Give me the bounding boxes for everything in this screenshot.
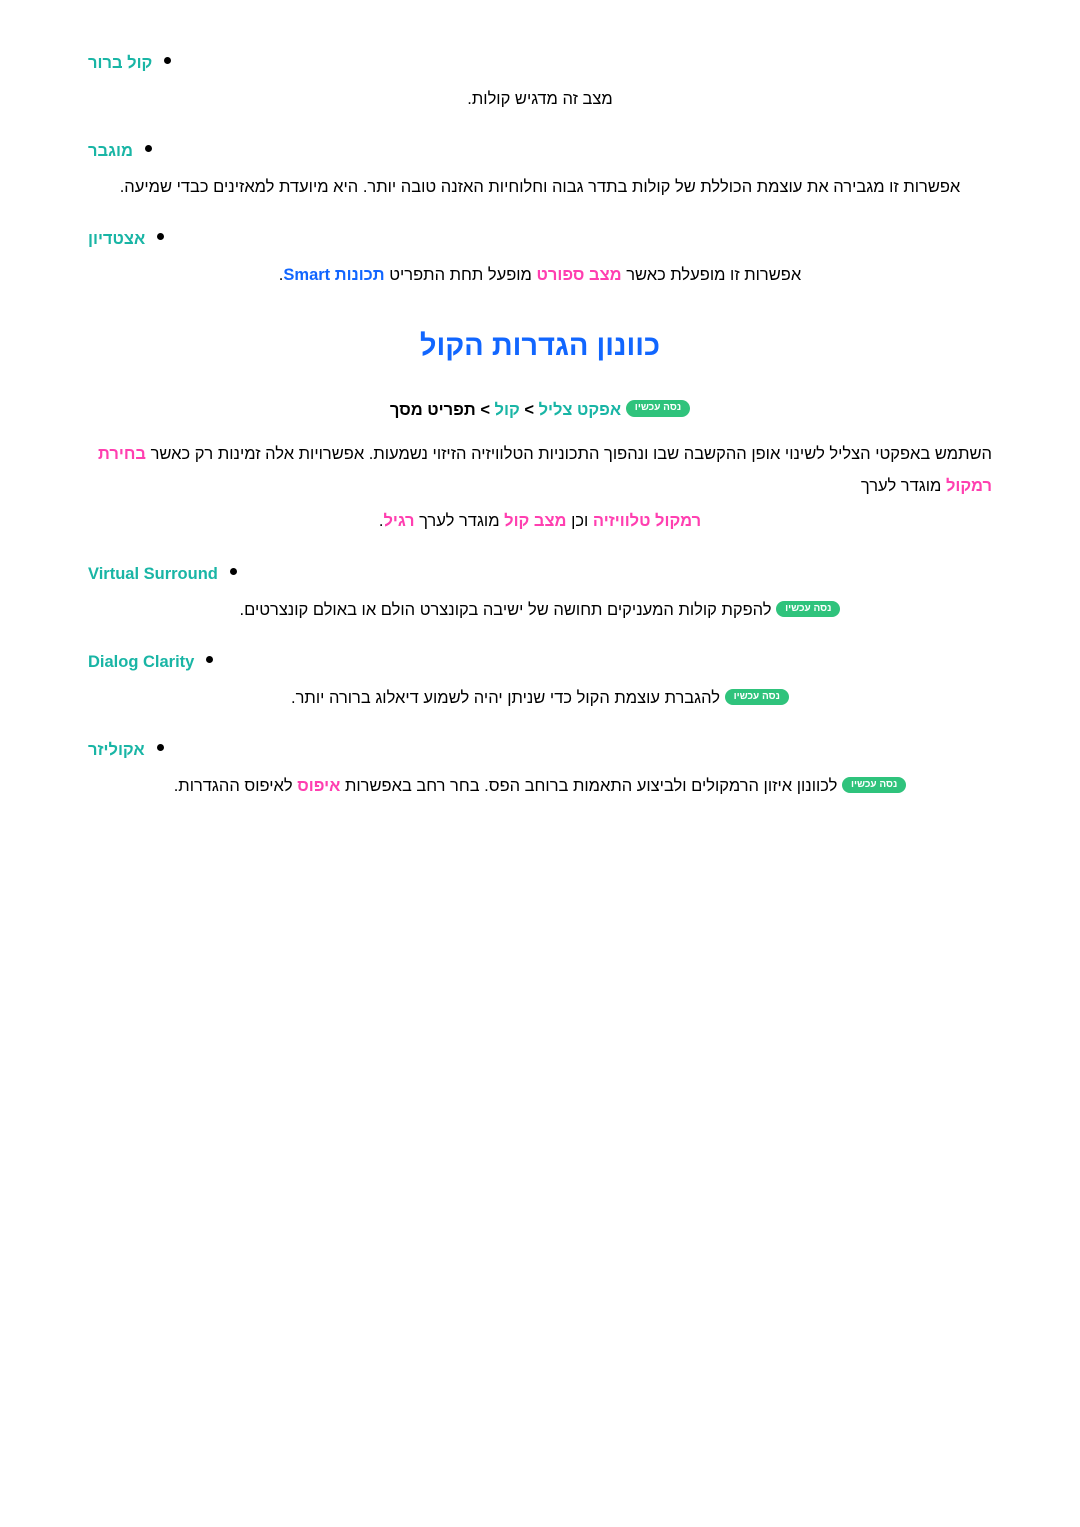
bullet-item-virtual-surround: Virtual Surround <box>88 563 992 586</box>
description-equalizer: נסה עכשיו לכוונון איזון הרמקולים ולביצוע… <box>88 772 992 801</box>
text-segment: לכוונון איזון הרמקולים ולביצוע התאמות בר… <box>340 777 838 796</box>
bullet-dot-icon <box>156 744 164 752</box>
highlight-standard: רגיל <box>383 511 415 530</box>
bullet-item-adjustment: אצטדיון <box>88 228 992 251</box>
bullet-item-dialog-clarity: Dialog Clarity <box>88 651 992 674</box>
bullet-dot-icon <box>164 57 172 64</box>
highlight-sport-mode: מצב ספורט <box>536 266 622 285</box>
text-segment: מוגדר לערך <box>414 511 505 530</box>
bullet-dot-icon <box>144 144 152 152</box>
text-segment: וכן <box>566 511 593 530</box>
highlight-tv-speaker: רמקול טלוויזיה <box>592 511 702 530</box>
bullet-dot-icon <box>157 232 165 240</box>
page-title: כוונון הגדרות הקול <box>419 329 661 362</box>
highlight-sound-mode: מצב קול <box>504 511 567 530</box>
document-page: קול ברור מצב זה מדגיש קולות. מוגבר אפשרו… <box>0 0 1080 1527</box>
bullet-label-equalizer: אקוליזר <box>88 741 145 760</box>
text-segment: השתמש באפקטי הצליל לשינוי אופן ההקשבה שב… <box>145 445 992 464</box>
description-adjustment: אפשרות זו מופעלת כאשר מצב ספורט מופעל תח… <box>88 261 992 290</box>
bullet-dot-icon <box>229 568 237 576</box>
menu-path-item-sound-effect: אפקט צליל <box>538 400 622 419</box>
text-segment: לאיפוס ההגדרות. <box>173 777 298 796</box>
menu-path-separator: > <box>475 400 495 419</box>
bullet-item-clear-sound: קול ברור <box>88 52 992 75</box>
try-now-badge[interactable]: נסה עכשיו <box>776 600 841 618</box>
section-intro-line2: רמקול טלוויזיה וכן מצב קול מוגדר לערך רג… <box>88 506 992 537</box>
bullet-label-amplify: מוגבר <box>88 141 133 160</box>
text-segment: להגברת עוצמת הקול כדי שניתן יהיה לשמוע ד… <box>291 689 721 708</box>
try-now-badge[interactable]: נסה עכשיו <box>625 400 691 417</box>
bullet-label-clear-sound: קול ברור <box>88 54 153 72</box>
highlight-reset: איפוס <box>297 777 341 796</box>
menu-path: נסה עכשיו אפקט צליל > קול > תפריט מסך <box>88 397 992 423</box>
description-virtual-surround: נסה עכשיו להפקת קולות המעניקים תחושה של … <box>88 596 992 625</box>
highlight-smart-features: תכונות Smart <box>283 266 385 285</box>
text-segment: להפקת קולות המעניקים תחושה של ישיבה בקונ… <box>239 601 772 620</box>
section-intro-line1: השתמש באפקטי הצליל לשינוי אופן ההקשבה שב… <box>88 439 992 502</box>
bullet-label-adjustment: אצטדיון <box>88 229 146 248</box>
bullet-item-equalizer: אקוליזר <box>88 739 992 762</box>
text-segment: מופעל תחת התפריט <box>384 266 537 285</box>
bullet-dot-icon <box>206 656 214 664</box>
description-dialog-clarity: נסה עכשיו להגברת עוצמת הקול כדי שניתן יה… <box>88 684 992 713</box>
bullet-label-virtual-surround: Virtual Surround <box>88 565 218 584</box>
menu-path-item-sound: קול <box>494 400 520 419</box>
bullet-label-dialog-clarity: Dialog Clarity <box>88 653 195 672</box>
text-segment: אפשרות זו מופעלת כאשר <box>621 266 802 285</box>
description-amplify: אפשרות זו מגבירה את עוצמת הכוללת של קולו… <box>119 178 961 197</box>
description-clear-sound: מצב זה מדגיש קולות. <box>467 90 613 109</box>
try-now-badge[interactable]: נסה עכשיו <box>841 776 907 794</box>
menu-path-separator: > <box>519 400 539 419</box>
try-now-badge[interactable]: נסה עכשיו <box>724 688 789 706</box>
text-segment: מוגדר לערך <box>860 476 946 495</box>
bullet-item-amplify: מוגבר <box>88 140 992 163</box>
menu-path-prefix: תפריט מסך <box>389 400 476 419</box>
